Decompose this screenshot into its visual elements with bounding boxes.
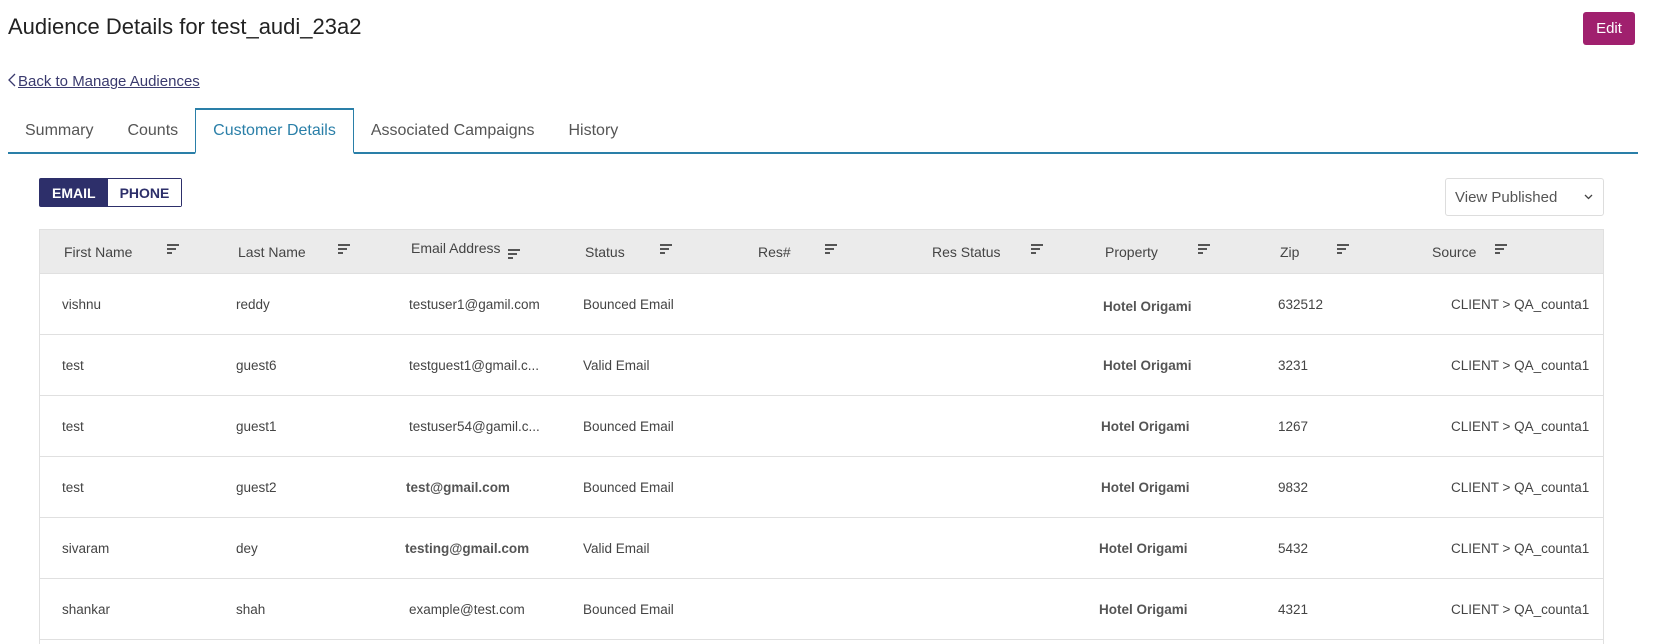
cell-last-name: shah [236,601,266,617]
cell-zip: 9832 [1278,479,1309,495]
cell-status: Bounced Email [583,601,674,617]
sort-icon[interactable] [508,249,520,259]
tab-customer-details[interactable]: Customer Details [195,108,354,154]
sort-icon[interactable] [338,244,350,254]
cell-property: Hotel Origami [1099,540,1188,556]
sort-icon[interactable] [1031,244,1043,254]
table-row: sivaram dey testing@gmail.com Valid Emai… [40,518,1603,579]
sort-icon[interactable] [660,244,672,254]
tab-counts[interactable]: Counts [110,110,195,152]
cell-zip: 4321 [1278,601,1309,617]
sort-icon[interactable] [1198,244,1210,254]
column-header-last-name: Last Name [238,243,306,260]
cell-email: testuser54@gamil.c... [409,418,540,434]
table-row: test guest1 testuser54@gamil.c... Bounce… [40,396,1603,457]
sort-icon[interactable] [1495,244,1507,254]
column-header-email-address: Email Address [411,239,501,256]
phone-toggle-button[interactable]: PHONE [107,179,182,206]
sort-icon[interactable] [1337,244,1349,254]
cell-zip: 5432 [1278,540,1309,556]
cell-property: Hotel Origami [1099,601,1188,617]
sort-icon[interactable] [167,244,179,254]
sort-icon[interactable] [825,244,837,254]
cell-source: CLIENT > QA_counta1 [1451,357,1590,373]
cell-source: CLIENT > QA_counta1 [1451,540,1590,556]
table-row: vishnu reddy testuser1@gamil.com Bounced… [40,274,1603,335]
cell-source: CLIENT > QA_counta1 [1451,418,1590,434]
cell-status: Valid Email [583,540,650,556]
cell-last-name: guest2 [236,479,277,495]
cell-email: example@test.com [409,601,525,617]
cell-source: CLIENT > QA_counta1 [1451,601,1590,617]
edit-button[interactable]: Edit [1583,12,1635,45]
column-header-first-name: First Name [64,243,133,260]
cell-zip: 1267 [1278,418,1309,434]
column-header-zip: Zip [1280,243,1300,260]
cell-property: Hotel Origami [1101,418,1190,434]
cell-email: testing@gmail.com [405,540,530,556]
cell-last-name: guest6 [236,357,277,373]
view-select-value: View Published [1455,188,1558,206]
cell-status: Bounced Email [583,418,674,434]
cell-email: testguest1@gmail.c... [409,357,540,373]
column-header-res-status: Res Status [932,243,1001,260]
back-link-label: Back to Manage Audiences [18,73,200,90]
cell-property: Hotel Origami [1103,357,1192,373]
column-header-res-number: Res# [758,243,791,260]
page-title: Audience Details for test_audi_23a2 [8,14,362,39]
cell-first-name: test [62,418,84,434]
cell-last-name: reddy [236,296,270,312]
table-row: test guest2 test@gmail.com Bounced Email… [40,457,1603,518]
cell-source: CLIENT > QA_counta1 [1451,479,1590,495]
cell-status: Bounced Email [583,479,674,495]
table-header: First Name Last Name Email Address Statu… [40,230,1603,274]
cell-property: Hotel Origami [1103,298,1192,314]
cell-last-name: dey [236,540,258,556]
column-header-property: Property [1105,243,1158,260]
email-toggle-button[interactable]: EMAIL [40,179,108,206]
cell-first-name: test [62,357,84,373]
cell-email: test@gmail.com [406,479,510,495]
table-row: test guest6 testguest1@gmail.c... Valid … [40,335,1603,396]
cell-first-name: vishnu [62,296,102,312]
customer-details-table: First Name Last Name Email Address Statu… [39,229,1604,644]
view-published-select[interactable]: View Published [1445,178,1604,216]
audience-details-page: Audience Details for test_audi_23a2 Edit… [0,0,1653,644]
cell-zip: 632512 [1278,296,1324,312]
back-to-manage-audiences-link[interactable]: Back to Manage Audiences [8,73,200,90]
cell-last-name: guest1 [236,418,277,434]
cell-status: Bounced Email [583,296,674,312]
cell-property: Hotel Origami [1101,479,1190,495]
column-header-status: Status [585,243,625,260]
cell-first-name: test [62,479,84,495]
table-row: shankar shah example@test.com Bounced Em… [40,579,1603,640]
cell-email: testuser1@gamil.com [409,296,540,312]
cell-first-name: sivaram [62,540,110,556]
cell-first-name: shankar [62,601,111,617]
tab-bar: Summary Counts Customer Details Associat… [8,108,1638,154]
column-header-source: Source [1432,243,1477,260]
tab-history[interactable]: History [552,110,636,152]
tab-associated-campaigns[interactable]: Associated Campaigns [354,110,552,152]
chevron-left-icon [8,73,16,90]
chevron-down-icon [1584,191,1593,203]
cell-status: Valid Email [583,357,650,373]
channel-toggle: EMAIL PHONE [39,178,183,207]
cell-source: CLIENT > QA_counta1 [1451,296,1590,312]
cell-zip: 3231 [1278,357,1309,373]
tab-summary[interactable]: Summary [8,110,110,152]
